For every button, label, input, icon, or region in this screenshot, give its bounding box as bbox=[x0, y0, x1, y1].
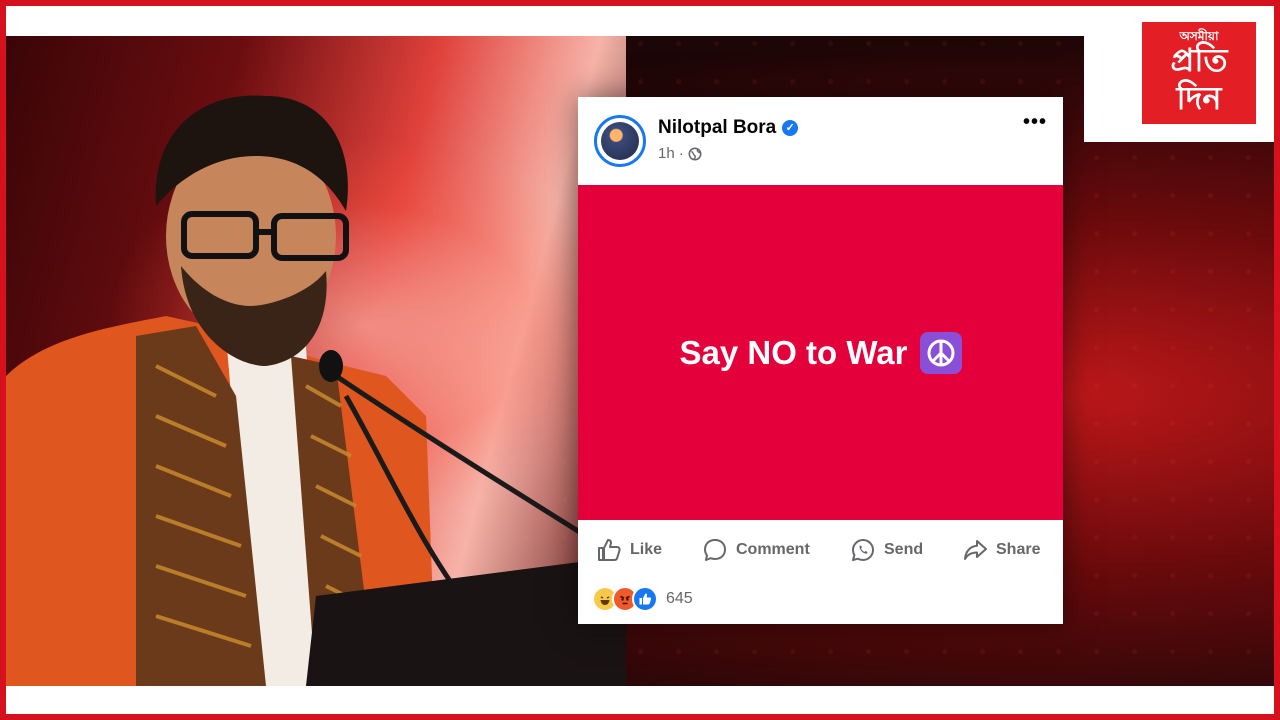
post-text-block: Say NO to War bbox=[578, 185, 1063, 520]
comment-icon bbox=[704, 539, 726, 561]
post-meta: 1h · bbox=[658, 145, 702, 162]
peace-symbol-icon bbox=[919, 331, 962, 374]
reactions-summary[interactable]: 645 bbox=[592, 586, 693, 612]
comment-button[interactable]: Comment bbox=[702, 530, 810, 570]
comment-label: Comment bbox=[736, 541, 810, 558]
post-header: Nilotpal Bora ✓ 1h · ••• bbox=[578, 97, 1063, 185]
share-button[interactable]: Share bbox=[962, 530, 1040, 570]
post-timestamp[interactable]: 1h bbox=[658, 145, 675, 162]
author-row: Nilotpal Bora ✓ bbox=[658, 117, 799, 139]
globe-icon bbox=[688, 147, 702, 160]
logo-title-line-1: প্ৰতি bbox=[1170, 41, 1228, 79]
author-avatar[interactable] bbox=[594, 115, 646, 167]
post-actions-bar: Like Comment Send Share bbox=[578, 530, 1063, 570]
meta-separator: · bbox=[678, 145, 684, 162]
frame-border-top bbox=[0, 0, 1280, 6]
avatar-image bbox=[601, 122, 639, 160]
share-label: Share bbox=[996, 541, 1041, 558]
logo-title-line-2: দিন bbox=[1176, 79, 1222, 117]
post-text: Say NO to War bbox=[679, 333, 908, 371]
facebook-post-card: Nilotpal Bora ✓ 1h · ••• Say NO to War L… bbox=[578, 97, 1063, 624]
thumbs-up-icon bbox=[598, 539, 621, 561]
frame-border-right bbox=[1274, 0, 1280, 720]
more-options-button[interactable]: ••• bbox=[1018, 112, 1052, 135]
reaction-count: 645 bbox=[666, 590, 693, 607]
author-name[interactable]: Nilotpal Bora bbox=[658, 117, 776, 139]
share-icon bbox=[964, 540, 987, 560]
speaker-figure bbox=[6, 95, 626, 686]
verified-badge-icon: ✓ bbox=[782, 120, 799, 136]
whatsapp-icon bbox=[852, 539, 874, 561]
frame-border-bottom bbox=[0, 714, 1280, 720]
channel-logo: অসমীয়া প্ৰতি দিন bbox=[1142, 22, 1256, 124]
news-frame: Nilotpal Bora ✓ 1h · ••• Say NO to War L… bbox=[0, 0, 1280, 720]
like-label: Like bbox=[630, 541, 663, 558]
send-label: Send bbox=[884, 541, 924, 558]
speaker-photo bbox=[6, 36, 626, 686]
post-content: Say NO to War bbox=[578, 185, 1063, 520]
send-button[interactable]: Send bbox=[850, 530, 923, 570]
frame-border-left bbox=[0, 0, 6, 720]
like-reaction-icon bbox=[632, 586, 658, 612]
like-button[interactable]: Like bbox=[596, 530, 662, 570]
logo-panel-corner bbox=[1084, 36, 1134, 142]
